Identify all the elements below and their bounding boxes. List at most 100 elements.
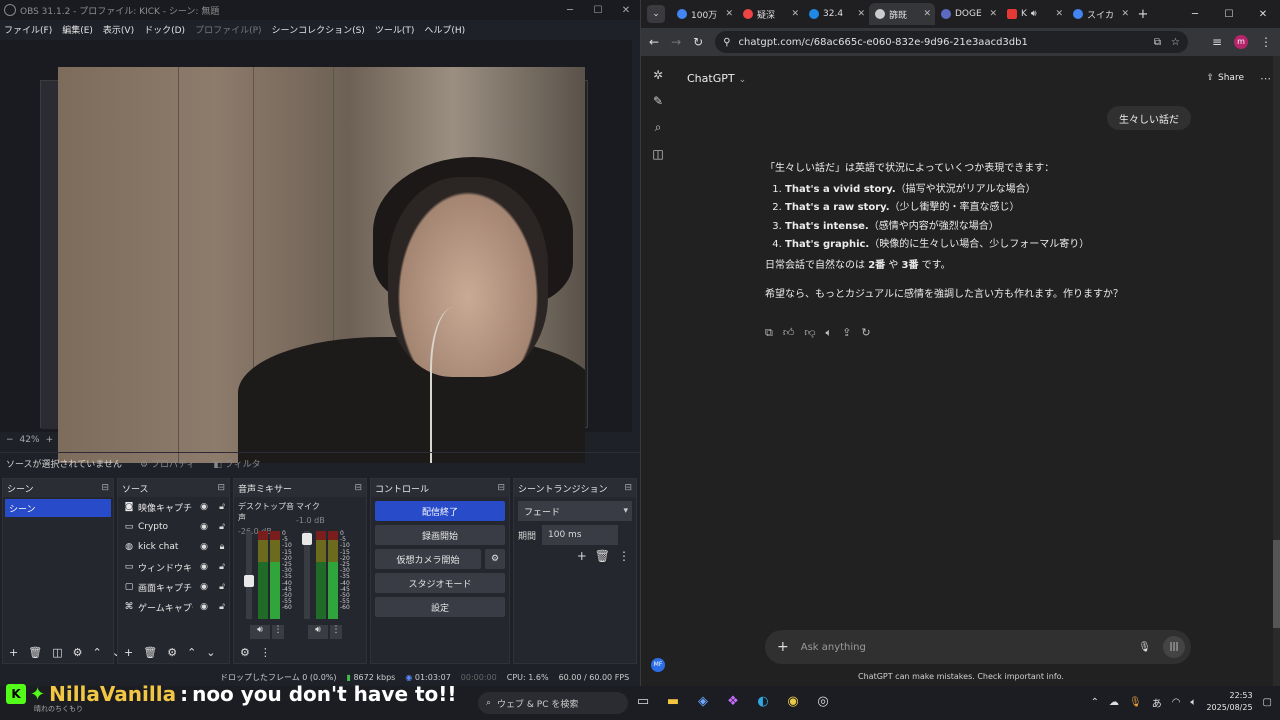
more-options-icon[interactable]: ⋯ xyxy=(1260,72,1271,85)
virtual-cam-settings-icon[interactable]: ⚙ xyxy=(485,549,505,569)
copilot-icon[interactable]: ❖ xyxy=(724,694,742,709)
slider-knob[interactable] xyxy=(244,575,254,587)
add-source-icon[interactable]: + xyxy=(124,646,133,659)
new-chat-icon[interactable]: ✎ xyxy=(653,94,663,108)
ime-indicator[interactable]: あ xyxy=(1152,695,1162,710)
copy-icon[interactable]: ⧉ xyxy=(765,326,773,340)
source-row[interactable]: ⌘ ゲームキャプチャ ◉ 🔓︎ xyxy=(118,597,229,617)
openai-logo-icon[interactable]: ✲ xyxy=(653,68,663,82)
add-transition-icon[interactable]: + xyxy=(577,549,587,563)
menu-profile[interactable]: プロファイル(P) xyxy=(195,23,261,36)
microphone-icon[interactable]: 🎙︎ xyxy=(1138,642,1151,653)
close-tab-icon[interactable]: ✕ xyxy=(791,9,799,19)
maximize-icon[interactable]: ☐ xyxy=(1212,9,1246,20)
start-virtual-cam-button[interactable]: 仮想カメラ開始 xyxy=(375,549,481,569)
studio-mode-button[interactable]: スタジオモード xyxy=(375,573,505,593)
close-icon[interactable]: ✕ xyxy=(1246,9,1280,20)
zoom-in-icon[interactable]: + xyxy=(46,435,54,445)
browser-tab[interactable]: K 🔊︎ ✕ xyxy=(1001,3,1067,25)
wifi-icon[interactable]: ◠ xyxy=(1172,697,1181,708)
close-tab-icon[interactable]: ✕ xyxy=(989,9,997,19)
attach-plus-icon[interactable]: + xyxy=(777,639,789,655)
visibility-eye-icon[interactable]: ◉ xyxy=(197,602,211,612)
speaker-icon[interactable]: 🔊︎ xyxy=(250,625,270,639)
scene-item[interactable]: シーン xyxy=(5,499,111,517)
close-tab-icon[interactable]: ✕ xyxy=(857,9,865,19)
scrollbar-thumb[interactable] xyxy=(1273,540,1280,628)
source-row[interactable]: ▭ Crypto ◉ 🔓︎ xyxy=(118,517,229,537)
properties-button[interactable]: ⚙ プロパティ xyxy=(140,457,195,470)
menu-file[interactable]: ファイル(F) xyxy=(4,23,52,36)
browser-tab[interactable]: 疑深 ✕ xyxy=(737,3,803,25)
task-view-icon[interactable]: ▭ xyxy=(634,694,652,709)
thumbs-up-icon[interactable]: 👍︎ xyxy=(783,326,795,340)
share-button[interactable]: ⇪ Share xyxy=(1206,73,1244,83)
source-row[interactable]: ▢ 画面キャプチャ ◉ 🔓︎ xyxy=(118,577,229,597)
source-row[interactable]: ◍ kick chat ◉ 🔒︎ xyxy=(118,537,229,557)
zoom-out-icon[interactable]: − xyxy=(6,435,14,445)
lock-icon[interactable]: 🔓︎ xyxy=(215,602,229,612)
close-icon[interactable]: ✕ xyxy=(612,5,640,16)
source-row[interactable]: ▭ ウィンドウキャプ ◉ 🔓︎ xyxy=(118,557,229,577)
slider-knob[interactable] xyxy=(302,533,312,545)
model-selector[interactable]: ChatGPT ⌄ xyxy=(687,72,746,85)
maximize-icon[interactable]: ☐ xyxy=(584,5,612,16)
minimize-icon[interactable]: ─ xyxy=(1178,9,1212,20)
dock-menu-icon[interactable]: ⊟ xyxy=(624,483,632,493)
more-icon[interactable]: ⋮ xyxy=(330,625,342,639)
visibility-eye-icon[interactable]: ◉ xyxy=(197,522,211,532)
browser-tab[interactable]: DOGE ✕ xyxy=(935,3,1001,25)
taskbar-search[interactable]: ⌕ ウェブ & PC を検索 xyxy=(478,692,628,714)
browser-tab[interactable]: 32.4 ✕ xyxy=(803,3,869,25)
menu-help[interactable]: ヘルプ(H) xyxy=(424,23,465,36)
audio-playing-icon[interactable]: 🔊︎ xyxy=(1031,9,1037,19)
stop-streaming-button[interactable]: 配信終了 xyxy=(375,501,505,521)
duration-input[interactable]: 100 ms xyxy=(542,525,619,545)
reload-icon[interactable]: ↻ xyxy=(693,35,703,49)
minimize-icon[interactable]: ─ xyxy=(556,5,584,16)
volume-icon[interactable]: 🔈︎ xyxy=(1190,697,1196,708)
dock-menu-icon[interactable]: ⊟ xyxy=(354,483,362,493)
source-row[interactable]: ◙ 映像キャプチャ ◉ 🔓︎ xyxy=(118,497,229,517)
search-icon[interactable]: ⌕ xyxy=(655,120,662,135)
tab-list-icon[interactable]: ≡ xyxy=(1212,35,1222,49)
lock-icon[interactable]: 🔓︎ xyxy=(215,562,229,572)
chrome-menu-icon[interactable]: ⋮ xyxy=(1260,35,1272,49)
bookmark-star-icon[interactable]: ☆ xyxy=(1171,37,1180,48)
close-tab-icon[interactable]: ✕ xyxy=(1121,9,1129,19)
forward-icon[interactable]: → xyxy=(671,35,681,49)
locked-icon[interactable]: 🔒︎ xyxy=(215,542,229,552)
edge-icon[interactable]: ◐ xyxy=(754,694,772,709)
remove-source-icon[interactable]: 🗑 xyxy=(143,646,157,659)
browser-tab[interactable]: スイカ ✕ xyxy=(1067,3,1133,25)
scene-properties-icon[interactable]: ⚙ xyxy=(73,646,83,659)
remove-transition-icon[interactable]: 🗑 xyxy=(595,549,610,563)
visibility-eye-icon[interactable]: ◉ xyxy=(197,502,211,512)
dock-menu-icon[interactable]: ⊟ xyxy=(217,483,225,493)
visibility-eye-icon[interactable]: ◉ xyxy=(197,542,211,552)
composer-input[interactable]: Ask anything xyxy=(801,642,866,653)
lock-icon[interactable]: 🔓︎ xyxy=(215,522,229,532)
add-scene-icon[interactable]: + xyxy=(9,646,18,659)
chat-composer[interactable]: + Ask anything 🎙︎ ||| xyxy=(765,630,1191,664)
move-down-icon[interactable]: ⌄ xyxy=(206,646,215,659)
lock-icon[interactable]: 🔓︎ xyxy=(215,582,229,592)
menu-tools[interactable]: ツール(T) xyxy=(375,23,415,36)
browser-tab-active[interactable]: 篩既 ✕ xyxy=(869,3,935,25)
store-icon[interactable]: ◈ xyxy=(694,694,712,709)
more-icon[interactable]: ⋮ xyxy=(260,646,271,659)
visibility-eye-icon[interactable]: ◉ xyxy=(197,562,211,572)
library-icon[interactable]: ◫ xyxy=(652,147,663,161)
move-up-icon[interactable]: ⌃ xyxy=(187,646,196,659)
more-icon[interactable]: ⋮ xyxy=(618,549,630,563)
read-aloud-icon[interactable]: 🔈︎ xyxy=(826,326,833,340)
onedrive-cloud-icon[interactable]: ☁ xyxy=(1109,697,1119,708)
move-up-icon[interactable]: ⌃ xyxy=(92,646,101,659)
filter-scene-icon[interactable]: ◫ xyxy=(52,646,62,659)
microphone-in-use-icon[interactable]: 🎙︎ xyxy=(1129,697,1142,708)
voice-mode-icon[interactable]: ||| xyxy=(1163,636,1185,658)
page-scrollbar[interactable] xyxy=(1273,56,1280,686)
translate-icon[interactable]: ⧉ xyxy=(1154,37,1161,48)
site-info-icon[interactable]: ⚲ xyxy=(723,37,730,48)
regenerate-icon[interactable]: ↻ xyxy=(861,326,870,340)
